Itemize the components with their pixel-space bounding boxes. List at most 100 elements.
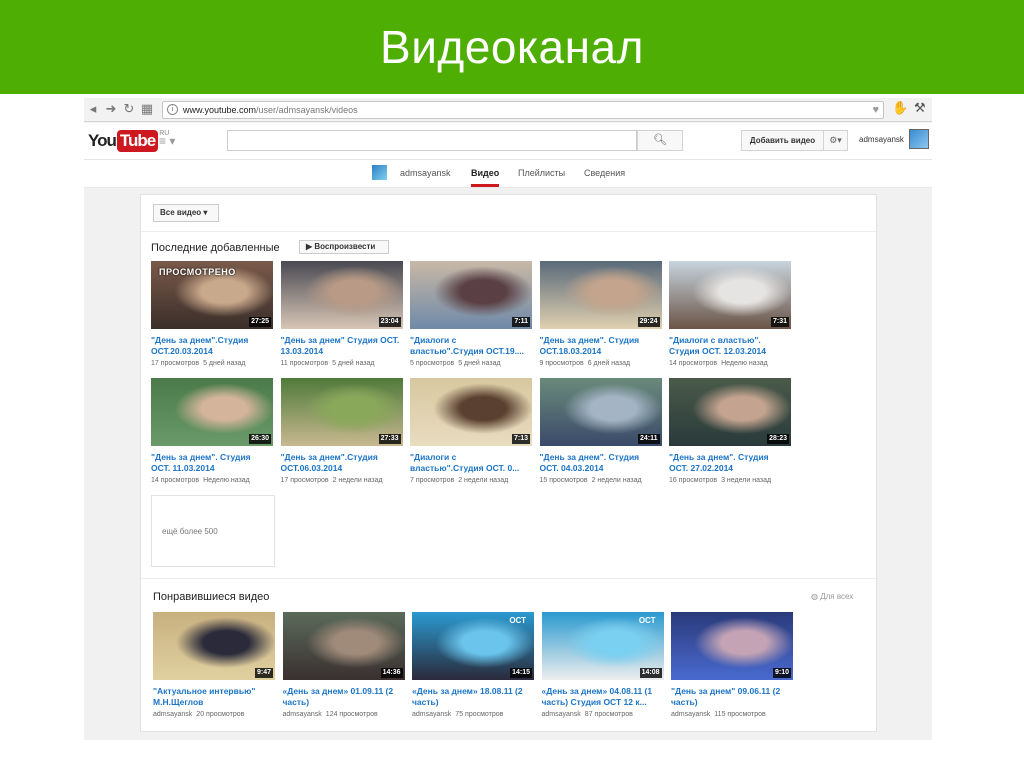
video-title[interactable]: "День за днем". Студия ОСТ. 04.03.2014: [540, 452, 660, 474]
slide-banner: Видеоканал: [0, 0, 1024, 94]
play-all-button[interactable]: ▶ Воспроизвести: [299, 240, 389, 254]
video-title[interactable]: "День за днем". Студия ОСТ.18.03.2014: [540, 335, 660, 357]
video-title[interactable]: "Диалоги с властью".Студия ОСТ.19....: [410, 335, 530, 357]
recent-video-tile[interactable]: 26:30 "День за днем". Студия ОСТ. 11.03.2…: [151, 378, 275, 484]
upload-button[interactable]: Добавить видео: [741, 130, 824, 151]
video-title[interactable]: "День за днем" Студия ОСТ. 13.03.2014: [281, 335, 401, 357]
forward-arrow-icon[interactable]: ➜: [102, 102, 120, 117]
divider: [141, 578, 878, 579]
video-title[interactable]: "День за днем" 09.06.11 (2 часть): [671, 686, 791, 708]
video-meta: 11 просмотров 5 дней назад: [281, 360, 405, 367]
extension-icon[interactable]: ✋: [892, 101, 908, 116]
video-title[interactable]: "День за днем". Студия ОСТ. 11.03.2014: [151, 452, 271, 474]
filter-dropdown[interactable]: Все видео ▾: [153, 204, 219, 222]
apps-icon[interactable]: ▦: [138, 102, 156, 117]
video-title[interactable]: "Диалоги с властью". Студия ОСТ. 12.03.2…: [669, 335, 789, 357]
video-age: 5 дней назад: [458, 360, 501, 367]
video-title[interactable]: "День за днем".Студия ОСТ.20.03.2014: [151, 335, 271, 357]
tab-about[interactable]: Сведения: [584, 168, 625, 178]
search-input[interactable]: [227, 130, 637, 151]
video-channel[interactable]: admsayansk: [671, 711, 710, 718]
video-duration: 9:47: [254, 668, 273, 678]
tab-videos[interactable]: Видео: [471, 168, 499, 178]
guide-menu-icon[interactable]: ≡ ▾: [159, 134, 175, 148]
video-thumbnail[interactable]: 26:30: [151, 378, 273, 446]
video-thumbnail[interactable]: 7:11: [410, 261, 532, 329]
video-meta: 17 просмотров 2 недели назад: [281, 477, 405, 484]
video-views: 5 просмотров: [410, 360, 455, 367]
wrench-icon[interactable]: ⚒: [914, 101, 926, 116]
recent-video-tile[interactable]: 23:04 "День за днем" Студия ОСТ. 13.03.20…: [280, 261, 405, 367]
back-arrow-icon[interactable]: ◂: [84, 102, 102, 117]
video-thumbnail[interactable]: 28:23: [669, 378, 791, 446]
youtube-logo[interactable]: You Tube RU: [88, 130, 169, 152]
browser-screenshot: ◂ ➜ ↻ ▦ i www.youtube.com/user/admsayans…: [84, 98, 932, 740]
recent-video-tile[interactable]: 7:13 "Диалоги с властью".Студия ОСТ. 0...…: [410, 378, 534, 484]
avatar[interactable]: [909, 129, 929, 149]
search-button[interactable]: 🔍︎: [637, 130, 683, 151]
search-icon: 🔍︎: [653, 134, 667, 146]
active-tab-indicator: [471, 184, 499, 187]
liked-video-tile[interactable]: ОСТ 14:08 «День за днем» 04.08.11 (1 часть…: [541, 612, 666, 718]
video-channel[interactable]: admsayansk: [412, 711, 451, 718]
more-videos-tile[interactable]: ещё более 500: [151, 495, 275, 567]
video-channel[interactable]: admsayansk: [542, 711, 581, 718]
video-meta: admsayansk 124 просмотров: [283, 711, 407, 718]
video-title[interactable]: «День за днем» 01.09.11 (2 часть): [283, 686, 403, 708]
recent-video-tile[interactable]: 24:11 "День за днем". Студия ОСТ. 04.03.2…: [539, 378, 664, 484]
video-views: 14 просмотров: [669, 360, 718, 367]
video-thumbnail[interactable]: 29:24: [539, 261, 662, 329]
video-title[interactable]: «День за днем» 04.08.11 (1 часть) Студия…: [542, 686, 662, 708]
video-thumbnail[interactable]: 9:10: [671, 612, 793, 680]
video-views: 75 просмотров: [455, 711, 504, 718]
video-duration: 29:24: [637, 317, 660, 327]
video-title[interactable]: «День за днем» 18.08.11 (2 часть): [412, 686, 532, 708]
privacy-label[interactable]: ◍ Для всех: [811, 592, 853, 601]
bookmark-star-icon[interactable]: ♥: [872, 102, 879, 118]
video-duration: 14:08: [639, 668, 662, 678]
video-title[interactable]: "День за днем".Студия ОСТ.06.03.2014: [281, 452, 401, 474]
channel-name[interactable]: admsayansk: [400, 168, 451, 178]
address-bar[interactable]: i www.youtube.com/user/admsayansk/videos…: [162, 101, 884, 119]
recent-video-tile[interactable]: 27:33 "День за днем".Студия ОСТ.06.03.201…: [280, 378, 405, 484]
video-thumbnail[interactable]: ОСТ 14:15: [412, 612, 534, 680]
video-title[interactable]: "День за днем". Студия ОСТ. 27.02.2014: [669, 452, 789, 474]
video-thumbnail[interactable]: ОСТ 14:08: [541, 612, 664, 680]
video-thumbnail[interactable]: 23:04: [280, 261, 403, 329]
page-info-icon: i: [167, 104, 178, 115]
video-thumbnail[interactable]: 24:11: [539, 378, 662, 446]
watched-overlay: ПРОСМОТРЕНО: [159, 267, 236, 277]
video-views: 115 просмотров: [714, 711, 766, 718]
recent-video-tile[interactable]: 29:24 "День за днем". Студия ОСТ.18.03.20…: [539, 261, 664, 367]
video-channel[interactable]: admsayansk: [283, 711, 322, 718]
recent-video-tile[interactable]: ПРОСМОТРЕНО 27:25 "День за днем".Студия ОС…: [151, 261, 275, 367]
channel-avatar[interactable]: [372, 165, 387, 180]
video-views: 87 просмотров: [584, 711, 633, 718]
video-title[interactable]: "Актуальное интервью" М.Н.Щеглов: [153, 686, 273, 708]
liked-video-tile[interactable]: ОСТ 14:15 «День за днем» 18.08.11 (2 часть…: [412, 612, 536, 718]
url-host: www.youtube.com: [183, 105, 257, 115]
recent-video-tile[interactable]: 28:23 "День за днем". Студия ОСТ. 27.02.2…: [669, 378, 793, 484]
settings-button[interactable]: ⚙▾: [824, 130, 848, 151]
video-thumbnail[interactable]: 14:36: [282, 612, 405, 680]
video-title[interactable]: "Диалоги с властью".Студия ОСТ. 0...: [410, 452, 530, 474]
video-thumbnail[interactable]: 27:33: [280, 378, 403, 446]
liked-video-tile[interactable]: 9:47 "Актуальное интервью" М.Н.Щеглов adms…: [153, 612, 277, 718]
video-duration: 24:11: [637, 434, 660, 444]
recent-video-tile[interactable]: 7:31 "Диалоги с властью". Студия ОСТ. 12.…: [669, 261, 793, 367]
video-meta: 15 просмотров 2 недели назад: [540, 477, 664, 484]
video-thumbnail[interactable]: ПРОСМОТРЕНО 27:25: [151, 261, 273, 329]
video-channel[interactable]: admsayansk: [153, 711, 192, 718]
video-thumbnail[interactable]: 7:31: [669, 261, 791, 329]
tab-playlists[interactable]: Плейлисты: [518, 168, 565, 178]
video-duration: 23:04: [378, 317, 401, 327]
video-meta: admsayansk 75 просмотров: [412, 711, 536, 718]
recent-video-tile[interactable]: 7:11 "Диалоги с властью".Студия ОСТ.19...…: [410, 261, 534, 367]
reload-icon[interactable]: ↻: [120, 102, 138, 117]
username[interactable]: admsayansk: [859, 135, 904, 144]
video-age: 2 недели назад: [332, 477, 383, 484]
liked-video-tile[interactable]: 14:36 «День за днем» 01.09.11 (2 часть) ad…: [282, 612, 407, 718]
liked-video-tile[interactable]: 9:10 "День за днем" 09.06.11 (2 часть) adm…: [671, 612, 795, 718]
video-thumbnail[interactable]: 9:47: [153, 612, 275, 680]
video-thumbnail[interactable]: 7:13: [410, 378, 532, 446]
